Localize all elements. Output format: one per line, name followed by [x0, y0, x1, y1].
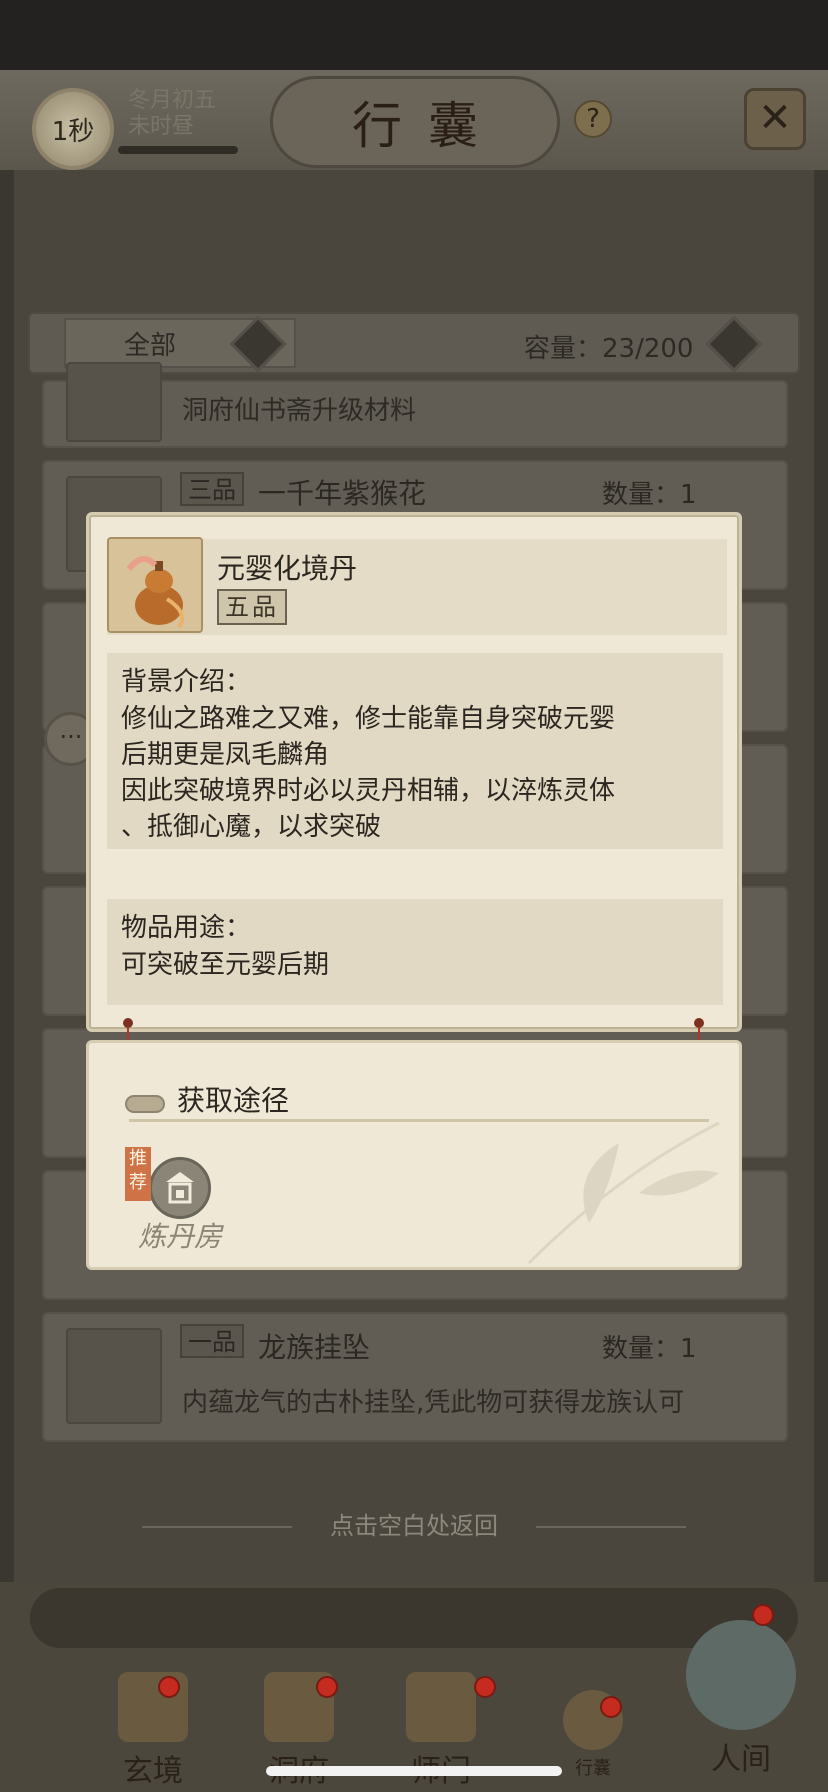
- scroll-icon: [125, 1095, 165, 1113]
- nav-item-renjian[interactable]: 人间: [676, 1620, 806, 1778]
- game-date: 冬月初五 未时昼: [128, 88, 216, 140]
- nav-label: 行囊: [575, 1758, 611, 1779]
- background-section: 背景介绍： 修仙之路难之又难，修士能靠自身突破元婴 后期更是凤毛麟角 因此突破境…: [107, 653, 723, 849]
- page-title-text: 行囊: [352, 97, 504, 155]
- divider: [142, 1526, 292, 1528]
- capacity-text: 容量：23/200: [524, 334, 694, 364]
- landscape-icon: [686, 1620, 796, 1730]
- source-alchemy-room-button[interactable]: 推荐 炼丹房: [125, 1147, 235, 1257]
- background-line: 修仙之路难之又难，修士能靠自身突破元婴: [121, 704, 616, 734]
- notification-dot: [158, 1676, 180, 1698]
- nav-label: 玄境: [123, 1754, 183, 1789]
- timer-badge: 1秒: [32, 88, 114, 170]
- item-detail-modal: 元婴化境丹 五品 背景介绍： 修仙之路难之又难，修士能靠自身突破元婴 后期更是凤…: [86, 512, 742, 1032]
- date-line-1: 冬月初五: [128, 88, 217, 113]
- alchemy-shrine-icon: [149, 1157, 211, 1219]
- source-label: 炼丹房: [137, 1220, 222, 1253]
- divider: [536, 1526, 686, 1528]
- notification-dot: [752, 1604, 774, 1626]
- grade-badge: 五品: [217, 589, 287, 625]
- list-item[interactable]: 洞府仙书斋升级材料: [42, 362, 788, 448]
- usage-title: 物品用途：: [121, 913, 252, 943]
- gourd-pill-icon: [107, 537, 203, 633]
- status-bar: [0, 0, 828, 70]
- help-icon[interactable]: ?: [574, 100, 612, 138]
- nav-item-xingnang[interactable]: 行囊: [548, 1690, 638, 1780]
- bamboo-leaf-decoration: [527, 1121, 720, 1265]
- item-name: 龙族挂坠: [258, 1331, 371, 1364]
- background-title: 背景介绍：: [121, 667, 252, 697]
- recommend-tag: 推荐: [125, 1147, 151, 1201]
- list-item[interactable]: 一品 龙族挂坠 数量：1 内蕴龙气的古朴挂坠,凭此物可获得龙族认可: [42, 1312, 788, 1442]
- notification-dot: [600, 1696, 622, 1718]
- item-thumbnail: [66, 362, 162, 442]
- close-icon[interactable]: ✕: [744, 88, 806, 150]
- nav-label: 人间: [711, 1742, 771, 1777]
- banner-icon: [406, 1672, 476, 1742]
- item-description: 洞府仙书斋升级材料: [182, 396, 417, 426]
- acquisition-panel: 获取途径 推荐 炼丹房: [86, 1040, 742, 1270]
- hint-text: 点击空白处返回: [330, 1512, 498, 1540]
- usage-text: 可突破至元婴后期: [121, 950, 330, 980]
- grade-badge: 三品: [180, 472, 244, 506]
- notification-dot: [316, 1676, 338, 1698]
- grade-badge: 一品: [180, 1324, 244, 1358]
- item-description: 内蕴龙气的古朴挂坠,凭此物可获得龙族认可: [182, 1388, 685, 1418]
- item-quantity: 数量：1: [602, 1334, 697, 1364]
- home-indicator[interactable]: [266, 1766, 562, 1776]
- page-title: 行囊: [270, 76, 560, 168]
- notification-dot: [474, 1676, 496, 1698]
- time-progress: [118, 146, 238, 154]
- usage-section: 物品用途： 可突破至元婴后期: [107, 899, 723, 1005]
- background-line: 、抵御心魔，以求突破: [121, 812, 382, 842]
- item-quantity: 数量：1: [602, 480, 697, 510]
- item-name: 一千年紫猴花: [258, 477, 427, 510]
- background-line: 因此突破境界时必以灵丹相辅，以淬炼灵体: [121, 776, 616, 806]
- acquisition-title: 获取途径: [177, 1084, 290, 1117]
- item-thumbnail: [66, 1328, 162, 1424]
- background-line: 后期更是凤毛麟角: [121, 740, 330, 770]
- date-line-2: 未时昼: [128, 114, 195, 139]
- timer-text: 1秒: [51, 116, 95, 147]
- nav-item-xuanjing[interactable]: 玄境: [98, 1672, 208, 1790]
- tap-to-return-hint[interactable]: 点击空白处返回: [0, 1506, 828, 1541]
- category-selected: 全部: [124, 330, 177, 361]
- divider: [129, 1119, 709, 1122]
- item-name: 元婴化境丹: [217, 552, 358, 585]
